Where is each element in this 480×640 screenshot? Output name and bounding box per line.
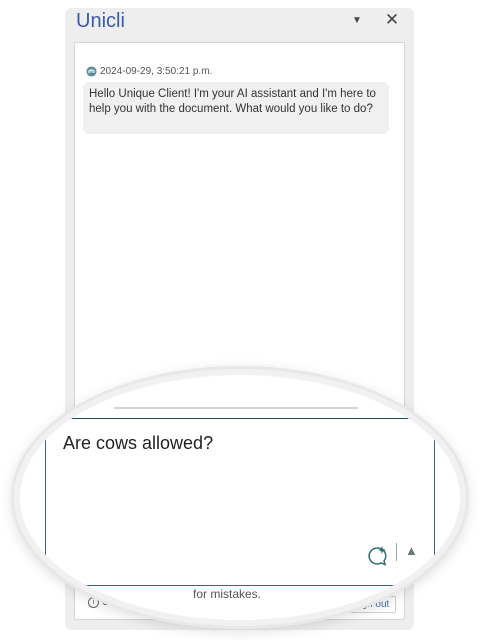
magnified-composer: Are cows allowed? ▲ for mistakes.: [20, 375, 460, 620]
send-icon[interactable]: ▲: [405, 543, 418, 559]
message-timestamp: 2024-09-29, 3:50:21 p.m.: [100, 65, 213, 77]
sparkle-chat-icon[interactable]: [366, 545, 388, 567]
assistant-message-bubble: Hello Unique Client! I'm your AI assista…: [83, 82, 389, 134]
toolbar-separator: [396, 543, 397, 561]
pane-title: Unicli: [76, 10, 125, 32]
message-header: 2024-09-29, 3:50:21 p.m.: [86, 64, 212, 78]
message-input-value[interactable]: Are cows allowed?: [63, 433, 213, 454]
close-icon[interactable]: ✕: [383, 11, 401, 29]
disclaimer-text: for mistakes.: [193, 587, 262, 601]
info-icon: i: [88, 597, 99, 608]
divider: [114, 407, 358, 409]
caret-down-icon[interactable]: ▼: [348, 12, 366, 30]
assistant-avatar-icon: [86, 65, 97, 77]
